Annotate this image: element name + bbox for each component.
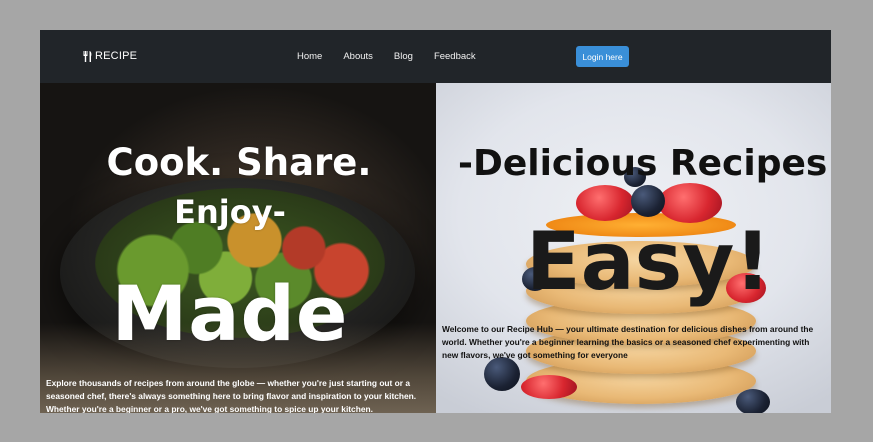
hero-right-panel: -Delicious Recipes Easy! Welcome to our … [436,83,831,413]
login-button[interactable]: Login here [576,46,629,67]
hero-heading-made: Made [111,269,349,358]
hero-heading-delicious-recipes: -Delicious Recipes [458,143,828,184]
hero-left-description: Explore thousands of recipes from around… [46,378,417,413]
hero-left-panel: Cook. Share. Enjoy- Made Explore thousan… [40,83,436,413]
brand-name: RECIPE [95,50,138,62]
brand-logo[interactable]: RECIPE [83,50,137,62]
blueberry-image [736,389,770,413]
hero-right-description: Welcome to our Recipe Hub — your ultimat… [442,324,814,360]
nav-link-blog[interactable]: Blog [394,51,413,62]
navbar: RECIPE Home Abouts Blog Feedback Login h… [40,30,831,83]
nav-link-home[interactable]: Home [297,51,322,62]
nav-links: Home Abouts Blog Feedback [297,51,497,62]
nav-link-feedback[interactable]: Feedback [434,51,476,62]
blueberry-image [484,357,520,391]
blueberry-image [631,185,665,217]
hero-heading-cook-share: Cook. Share. [106,141,372,184]
nav-link-abouts[interactable]: Abouts [343,51,373,62]
utensils-icon [83,50,93,62]
website-frame: RECIPE Home Abouts Blog Feedback Login h… [40,30,831,413]
hero-heading-easy: Easy! [526,215,771,308]
hero-heading-enjoy: Enjoy- [174,193,286,231]
strawberry-image [521,375,577,399]
